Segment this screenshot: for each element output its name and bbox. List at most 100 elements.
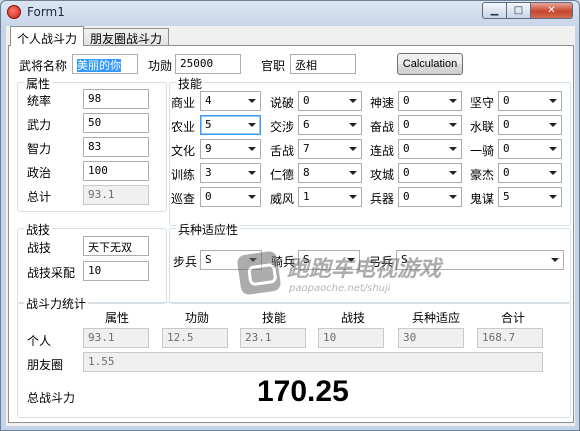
skill-select[interactable]: 0 (398, 91, 462, 111)
skill-select[interactable]: 4 (200, 91, 261, 111)
tactic-skill-field[interactable]: 天下无双 (83, 236, 149, 256)
stats-col-header: 功勋 (185, 311, 210, 325)
skill-select[interactable]: 0 (398, 139, 462, 159)
skill-select[interactable]: 3 (200, 163, 261, 183)
tactics-title: 战技 (24, 221, 53, 238)
rank-label: 官职 (261, 59, 286, 73)
friends-row-label: 朋友圈 (27, 358, 64, 372)
tab-personal-power[interactable]: 个人战斗力 (10, 26, 85, 46)
chevron-down-icon (549, 195, 557, 199)
attr-field-intelligence[interactable]: 83 (83, 137, 149, 157)
skills-title: 技能 (176, 75, 205, 92)
skill-select[interactable]: 0 (498, 163, 562, 183)
skill-select[interactable]: 0 (398, 115, 462, 135)
stats-col-header: 技能 (262, 311, 287, 325)
chevron-down-icon (349, 123, 357, 127)
skill-select[interactable]: 8 (298, 163, 362, 183)
stats-col-header: 属性 (105, 311, 130, 325)
skill-select[interactable]: 0 (200, 187, 261, 207)
window-title: Form1 (27, 5, 65, 19)
skill-label: 奋战 (370, 120, 395, 134)
close-button[interactable]: ✕ (531, 2, 573, 19)
total-power-value: 170.25 (257, 375, 349, 408)
skill-value: 0 (403, 190, 410, 203)
total-power-label: 总战斗力 (27, 391, 76, 405)
personal-skill-value: 23.1 (240, 328, 306, 348)
merit-field[interactable]: 25000 (175, 54, 241, 74)
skill-select[interactable]: 7 (298, 139, 362, 159)
stats-col-header: 兵种适应 (412, 311, 461, 325)
chevron-down-icon (449, 123, 457, 127)
skill-value: 0 (403, 142, 410, 155)
skill-label: 仁德 (270, 168, 295, 182)
attr-label-politics: 政治 (27, 166, 52, 180)
general-name-value: 美丽的你 (77, 59, 121, 72)
skill-select[interactable]: 0 (398, 187, 462, 207)
skill-select[interactable]: 0 (498, 115, 562, 135)
troop-label-archer: 弓兵 (369, 255, 394, 269)
skill-select[interactable]: 5 (498, 187, 562, 207)
skill-select[interactable]: 1 (298, 187, 362, 207)
tab-friends-power[interactable]: 朋友圈战斗力 (83, 28, 170, 46)
troop-select-infantry[interactable]: S (200, 250, 262, 270)
skill-label: 文化 (171, 144, 196, 158)
chevron-down-icon (349, 147, 357, 151)
attr-field-command[interactable]: 98 (83, 89, 149, 109)
skill-value: 8 (303, 166, 310, 179)
troop-label-infantry: 步兵 (173, 255, 198, 269)
skill-label: 鬼谋 (470, 192, 495, 206)
skill-label: 威风 (270, 192, 295, 206)
personal-total-value: 168.7 (477, 328, 543, 348)
chevron-down-icon (249, 258, 257, 262)
skill-label: 商业 (171, 96, 196, 110)
skill-label: 坚守 (470, 96, 495, 110)
skill-value: 0 (503, 166, 510, 179)
skill-label: 连战 (370, 144, 395, 158)
skill-value: 1 (303, 190, 310, 203)
troops-title: 兵种适应性 (176, 221, 241, 238)
calculation-button[interactable]: Calculation (397, 53, 463, 75)
skill-value: 0 (205, 190, 212, 203)
chevron-down-icon (248, 171, 256, 175)
skill-value: 0 (503, 118, 510, 131)
attr-label-total: 总计 (27, 190, 52, 204)
attr-field-force[interactable]: 50 (83, 113, 149, 133)
chevron-down-icon (248, 99, 256, 103)
tab-panel: 武将名称 美丽的你 功勋 25000 官职 丞相 Calculation 属性 … (8, 45, 574, 423)
skill-value: 0 (503, 142, 510, 155)
rank-field[interactable]: 丞相 (290, 54, 356, 74)
chevron-down-icon (349, 195, 357, 199)
skill-select[interactable]: 0 (398, 163, 462, 183)
skill-label: 神速 (370, 96, 395, 110)
skill-value: 9 (205, 142, 212, 155)
skill-value: 5 (503, 190, 510, 203)
skill-select[interactable]: 5 (200, 115, 261, 135)
attr-field-total: 93.1 (83, 185, 149, 205)
attr-label-command: 统率 (27, 94, 52, 108)
chevron-down-icon (449, 171, 457, 175)
title-bar[interactable]: Form1 ▁ □ ✕ (1, 1, 579, 23)
general-name-field[interactable]: 美丽的你 (72, 54, 138, 74)
skill-value: 4 (205, 94, 212, 107)
skill-select[interactable]: 0 (298, 91, 362, 111)
skill-select[interactable]: 0 (498, 139, 562, 159)
troop-select-cavalry[interactable]: S (298, 250, 360, 270)
skill-select[interactable]: 6 (298, 115, 362, 135)
skill-select[interactable]: 0 (498, 91, 562, 111)
skill-select[interactable]: 9 (200, 139, 261, 159)
minimize-button[interactable]: ▁ (482, 2, 507, 19)
maximize-button[interactable]: □ (507, 2, 531, 19)
skill-label: 说破 (270, 96, 295, 110)
chevron-down-icon (449, 147, 457, 151)
skill-value: 0 (403, 94, 410, 107)
personal-troop-value: 30 (398, 328, 464, 348)
app-icon (7, 5, 21, 19)
tactic-adopt-field[interactable]: 10 (83, 261, 149, 281)
troop-select-archer[interactable]: S (396, 250, 564, 270)
attr-label-intelligence: 智力 (27, 142, 52, 156)
skill-value: 0 (403, 118, 410, 131)
chevron-down-icon (549, 147, 557, 151)
tab-strip: 个人战斗力 朋友圈战斗力 (10, 26, 170, 46)
skill-label: 一骑 (470, 144, 495, 158)
attr-field-politics[interactable]: 100 (83, 161, 149, 181)
